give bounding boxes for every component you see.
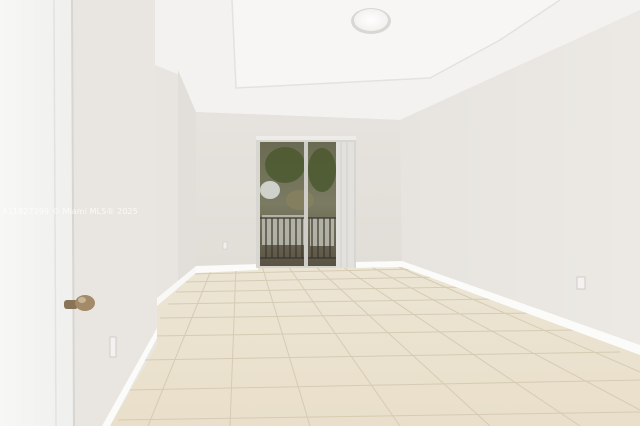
vertical-blinds [336,142,354,268]
empty-room-photo: A11827399 © Miami MLS® 2025 [0,0,640,426]
mls-watermark: A11827399 © Miami MLS® 2025 [2,207,138,216]
wall-outlet-back [222,241,228,250]
wall-outlet-right [576,276,586,290]
wall-outlet-left [109,336,117,358]
